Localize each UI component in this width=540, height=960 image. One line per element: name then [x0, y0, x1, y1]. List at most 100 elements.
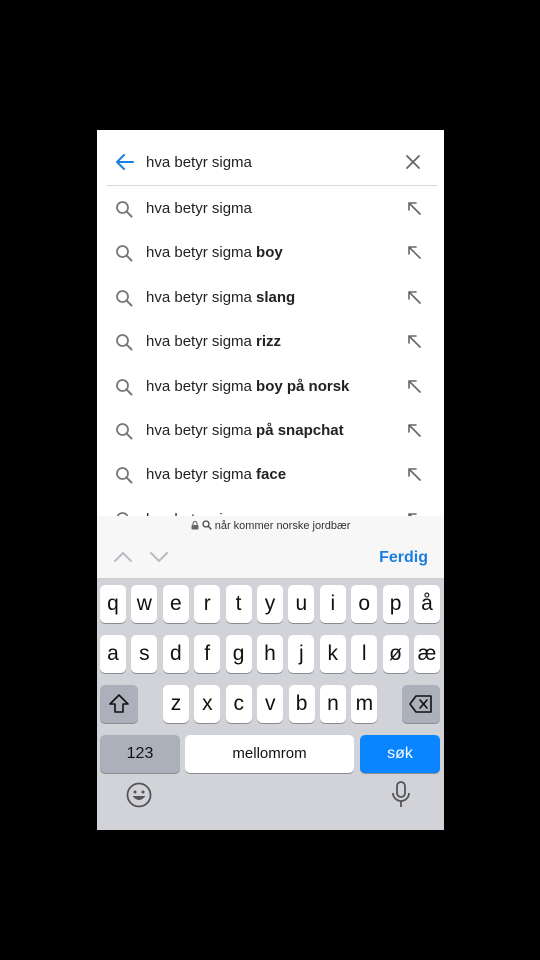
suggestion-query: hva betyr sigma [146, 200, 252, 217]
key-b[interactable]: b [288, 685, 315, 723]
search-icon [116, 423, 133, 440]
key-f[interactable]: f [194, 635, 221, 673]
lock-icon [191, 520, 199, 530]
suggestion-query: hva betyr sigma [146, 333, 257, 351]
key-label: d [169, 642, 182, 665]
keyboard: når kommer norske jordbær Ferdig qwer tyu… [97, 516, 444, 830]
fill-query-arrow-icon[interactable] [407, 290, 421, 304]
fill-query-arrow-icon[interactable] [407, 201, 421, 215]
key-a[interactable]: a [100, 635, 126, 673]
search-icon [116, 201, 133, 218]
key-y[interactable]: y [257, 585, 283, 623]
key-z[interactable]: z [163, 685, 189, 723]
key-g[interactable]: g [225, 635, 252, 673]
key-d[interactable]: d [162, 635, 189, 673]
key-å[interactable]: å [414, 585, 440, 623]
key-label: r [203, 592, 211, 615]
key-u[interactable]: u [288, 585, 315, 623]
key-p[interactable]: p [382, 585, 409, 623]
key-label: c [233, 692, 245, 715]
suggestion-item[interactable]: hva betyr sigma slang [97, 275, 444, 319]
key-s[interactable]: s [131, 635, 158, 673]
fill-query-arrow-icon[interactable] [407, 334, 421, 348]
key-ø[interactable]: ø [382, 635, 409, 673]
suggestion-item[interactable]: hva betyr sigma rizz [97, 319, 444, 363]
key-label: æ [417, 642, 437, 665]
key-æ[interactable]: æ [414, 635, 440, 673]
fill-query-arrow-icon[interactable] [407, 379, 421, 393]
key-label: f [204, 642, 211, 665]
key-l[interactable]: l [351, 635, 378, 673]
suggestion-completion: face [256, 466, 287, 484]
suggestion-item[interactable]: hva betyr sigma face [97, 452, 444, 496]
back-arrow-icon[interactable] [115, 152, 135, 172]
key-label: p [389, 592, 402, 615]
search-icon [201, 520, 212, 530]
chevron-down-icon[interactable] [149, 550, 169, 564]
quicktype-bar[interactable]: når kommer norske jordbær [97, 516, 444, 538]
backspace-key[interactable] [402, 685, 440, 723]
key-label: m [355, 692, 374, 715]
search-icon [116, 334, 133, 351]
key-x[interactable]: x [194, 685, 221, 723]
key-j[interactable]: j [288, 635, 315, 673]
key-label: j [299, 642, 304, 665]
key-i[interactable]: i [319, 585, 346, 623]
key-r[interactable]: r [194, 585, 221, 623]
key-t[interactable]: t [225, 585, 252, 623]
suggestion-item[interactable]: hva betyr sigma på snapchat [97, 408, 444, 452]
key-w[interactable]: w [131, 585, 158, 623]
key-label: w [136, 592, 152, 615]
suggestion-text: hva betyr sigma boy på norsk [146, 378, 349, 395]
shift-key[interactable] [100, 685, 138, 723]
key-label: q [107, 592, 119, 615]
search-bar: hva betyr sigma [97, 130, 444, 186]
suggestion-completion: slang [256, 288, 296, 306]
suggestion-query: hva betyr sigma [146, 466, 257, 484]
search-input[interactable]: hva betyr sigma [146, 154, 252, 171]
fill-query-arrow-icon[interactable] [407, 423, 421, 437]
key-n[interactable]: n [320, 685, 346, 723]
key-label: 123 [126, 745, 154, 762]
fill-query-arrow-icon[interactable] [407, 245, 421, 260]
done-button[interactable]: Ferdig [379, 549, 428, 567]
key-k[interactable]: k [319, 635, 346, 673]
key-o[interactable]: o [351, 585, 378, 623]
chevron-up-icon[interactable] [113, 550, 133, 564]
suggestion-item[interactable]: hva betyr sigma boy på norsk [97, 364, 444, 408]
key-h[interactable]: h [257, 635, 283, 673]
key-label: z [170, 692, 182, 715]
suggestion-completion: på snapchat [256, 422, 344, 439]
suggestion-text: hva betyr sigma på snapchat [146, 422, 344, 439]
keyboard-accessory-bar: Ferdig [97, 538, 444, 579]
space-key[interactable]: mellomrom [185, 735, 354, 773]
key-label: mellomrom [232, 745, 307, 762]
numbers-key[interactable]: 123 [100, 735, 180, 773]
key-label: y [264, 592, 276, 615]
key-label: søk [387, 745, 413, 762]
suggestion-item[interactable]: hva betyr sigma [97, 497, 444, 516]
fill-query-arrow-icon[interactable] [407, 467, 421, 482]
clear-icon[interactable] [405, 154, 421, 170]
key-label: ø [389, 642, 402, 665]
key-label: n [327, 692, 339, 715]
search-key[interactable]: søk [360, 735, 440, 773]
key-label: i [330, 592, 336, 615]
key-m[interactable]: m [351, 685, 378, 723]
microphone-icon[interactable] [391, 781, 411, 809]
suggestion-text: hva betyr sigma slang [146, 289, 295, 306]
key-e[interactable]: e [162, 585, 189, 623]
quicktype-suggestion: når kommer norske jordbær [214, 520, 351, 532]
phone-screen: hva betyr sigma hva betyr sigma hva betyr… [97, 130, 444, 830]
key-v[interactable]: v [257, 685, 284, 723]
key-q[interactable]: q [100, 585, 126, 623]
key-c[interactable]: c [225, 685, 252, 723]
suggestion-text: hva betyr sigma face [146, 466, 286, 483]
shift-icon [109, 694, 129, 713]
suggestion-item[interactable]: hva betyr sigma [97, 186, 444, 230]
emoji-icon[interactable] [125, 781, 153, 809]
suggestion-list: hva betyr sigma hva betyr sigma boy hva be… [97, 186, 444, 516]
key-label: l [361, 642, 367, 665]
suggestion-item[interactable]: hva betyr sigma boy [97, 230, 444, 274]
suggestion-query: hva betyr sigma [146, 422, 257, 439]
